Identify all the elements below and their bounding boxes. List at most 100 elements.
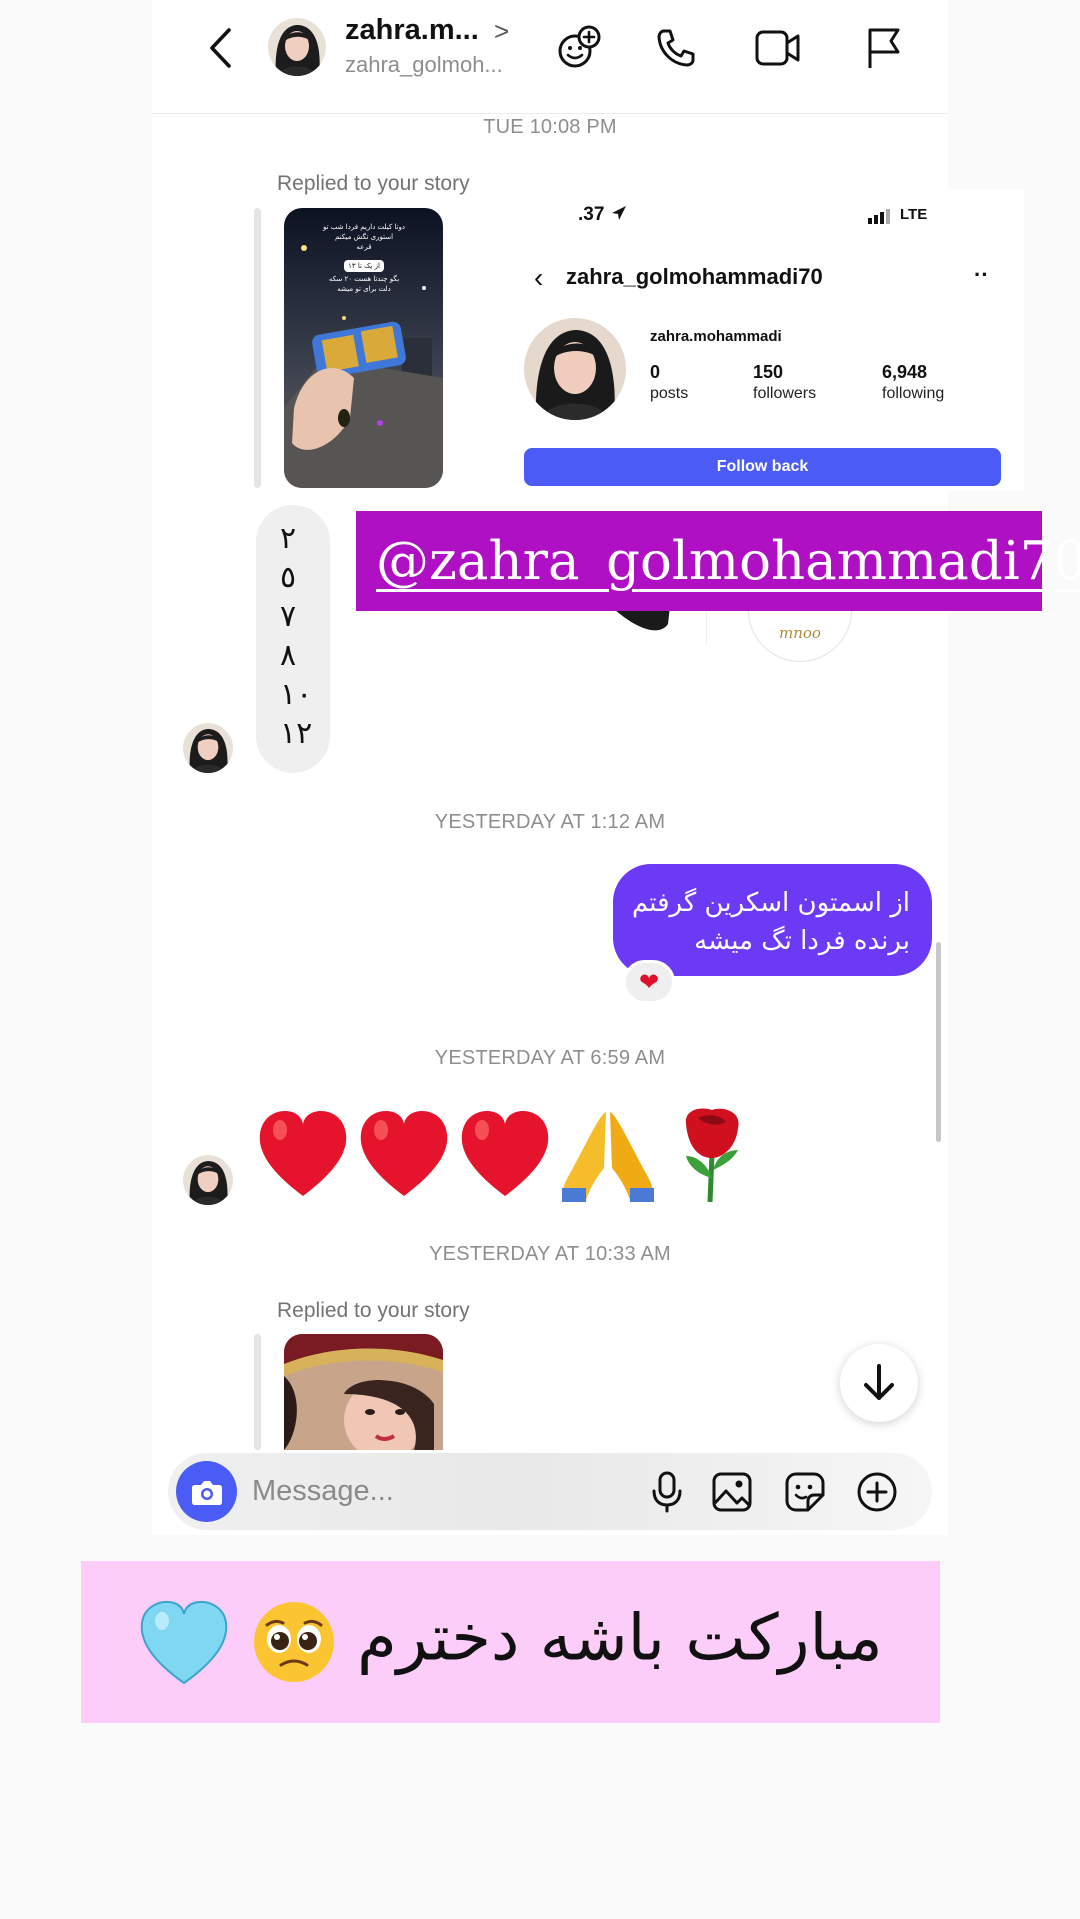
video-camera-icon	[755, 30, 800, 66]
gallery-button[interactable]	[709, 1469, 755, 1515]
more-icon: ··	[974, 262, 989, 287]
profile-screenshot: .37 LTE ‹ zahra_golmohammadi70 ·· zahra.…	[512, 190, 1024, 490]
chevron-right-icon[interactable]: >	[494, 16, 509, 47]
avatar[interactable]	[268, 18, 326, 76]
contact-name[interactable]: zahra.m...	[345, 14, 479, 47]
story-reply-label: Replied to your story	[277, 172, 470, 195]
profile-back-icon: ‹	[534, 262, 544, 293]
heart-reaction[interactable]: ❤	[623, 960, 675, 1004]
story-text-line: دلت برای تو میشه	[337, 285, 391, 293]
following-count: 6,948	[882, 362, 928, 382]
camera-icon	[191, 1480, 222, 1505]
signal-icon	[868, 209, 890, 224]
story-text-line: قرعه	[356, 243, 372, 251]
chat-header: zahra.m... > zahra_golmoh...	[0, 0, 1080, 112]
audio-call-button[interactable]	[650, 22, 702, 74]
heart-icon: ❤	[638, 968, 660, 996]
divider	[706, 611, 707, 645]
report-button[interactable]	[858, 22, 910, 74]
story-text-line: بگو چندتا هست ۲۰ سکه	[328, 275, 400, 283]
camera-button[interactable]	[176, 1461, 237, 1522]
number-item: ٧	[280, 599, 297, 634]
back-button[interactable]	[200, 22, 240, 74]
red-heart-icon	[360, 1110, 448, 1196]
message-line: برنده فردا تگ میشه	[694, 926, 910, 956]
status-time-text: .37	[578, 204, 605, 225]
plus-circle-icon	[857, 1472, 897, 1512]
number-item: ٨	[280, 638, 297, 673]
contact-photo	[183, 723, 233, 773]
rose-icon	[685, 1108, 739, 1203]
arrow-down-icon	[864, 1364, 894, 1400]
contact-photo	[268, 18, 326, 76]
profile-username: zahra_golmohammadi70	[566, 264, 823, 289]
message-input[interactable]	[252, 1467, 552, 1515]
caption-words: مبارکت باشه دخترم	[357, 1601, 883, 1676]
number-item: ٢	[280, 521, 297, 556]
folded-hands-icon	[562, 1112, 654, 1202]
profile-handle: zahra.mohammadi	[650, 328, 782, 345]
timestamp: YESTERDAY AT 10:33 AM	[429, 1243, 671, 1265]
followers-count: 150	[753, 362, 784, 382]
sticker-button[interactable]	[782, 1469, 828, 1515]
chevron-left-icon	[210, 28, 231, 68]
timestamp: TUE 10:08 PM	[483, 116, 617, 138]
posts-count: 0	[650, 362, 661, 382]
outgoing-message-bubble[interactable]: از اسمتون اسکرین گرفتم برنده فردا تگ میش…	[613, 864, 932, 976]
handle-sticker-text: @zahra_golmohammadi70	[376, 530, 1080, 592]
image-icon	[712, 1472, 752, 1512]
caption-text: مبارکت باشه دخترم 🥹🩵	[138, 1599, 883, 1685]
voice-message-button[interactable]	[644, 1469, 690, 1515]
number-item: ٥	[280, 560, 297, 595]
message-composer	[168, 1453, 932, 1530]
microphone-icon	[652, 1471, 682, 1513]
following-label: following	[882, 385, 945, 402]
partial-highlight-logo: mnoo	[748, 606, 852, 662]
number-item: ١٠	[280, 677, 313, 712]
flag-icon	[868, 28, 900, 68]
screen: zahra.m... > zahra_golmoh... TUE 10:08 P…	[0, 0, 1080, 1919]
story-image	[284, 1334, 443, 1450]
network-label: LTE	[900, 206, 928, 223]
following-stat: 6,948 following	[882, 362, 944, 403]
timestamp: YESTERDAY AT 1:12 AM	[434, 811, 666, 833]
scrollbar[interactable]	[936, 942, 941, 1142]
more-options-button[interactable]	[854, 1469, 900, 1515]
timestamp: YESTERDAY AT 6:59 AM	[434, 1047, 666, 1069]
add-sticker-button[interactable]	[552, 22, 604, 74]
red-heart-icon	[461, 1110, 549, 1196]
emoji-message-art	[259, 1108, 739, 1203]
posts-stat: 0 posts	[650, 362, 688, 403]
pleading-face-icon	[253, 1602, 334, 1682]
follow-back-button: Follow back	[524, 448, 1001, 486]
location-arrow-icon	[611, 206, 626, 220]
sticker-icon	[785, 1472, 825, 1512]
video-call-button[interactable]	[752, 22, 804, 74]
avatar[interactable]	[183, 723, 233, 773]
followers-stat: 150 followers	[753, 362, 816, 403]
number-item: ١٢	[280, 716, 313, 751]
sticker-add-icon	[558, 25, 601, 68]
logo-text: mnoo	[779, 624, 821, 642]
story-thumbnail[interactable]	[284, 1334, 443, 1450]
scroll-to-bottom-button[interactable]	[840, 1344, 918, 1422]
header-divider	[152, 113, 948, 114]
reply-bar	[254, 208, 261, 488]
contact-photo	[183, 1155, 233, 1205]
message-line: از اسمتون اسکرین گرفتم	[631, 888, 910, 918]
profile-photo	[524, 318, 626, 420]
emoji-message[interactable]	[258, 1104, 754, 1209]
caption-sticker: مبارکت باشه دخترم 🥹🩵	[81, 1561, 940, 1723]
avatar[interactable]	[183, 1155, 233, 1205]
followers-label: followers	[753, 385, 817, 402]
handle-sticker: @zahra_golmohammadi70	[356, 511, 1080, 611]
story-overlay-text: دوتا کیلت داریم فردا شب تو استوری تگش می…	[290, 222, 438, 294]
reply-bar	[254, 1334, 261, 1450]
red-heart-icon	[259, 1110, 347, 1196]
status-time: .37	[578, 204, 628, 226]
partial-highlight-image	[610, 606, 670, 631]
story-text-line: دوتا کیلت داریم فردا شب تو	[323, 223, 405, 231]
numbers-message-bubble[interactable]: ٢ ٥ ٧ ٨ ١٠ ١٢	[256, 505, 330, 773]
phone-icon	[657, 29, 695, 67]
story-text-line: از یک تا ۱۳	[344, 260, 384, 272]
